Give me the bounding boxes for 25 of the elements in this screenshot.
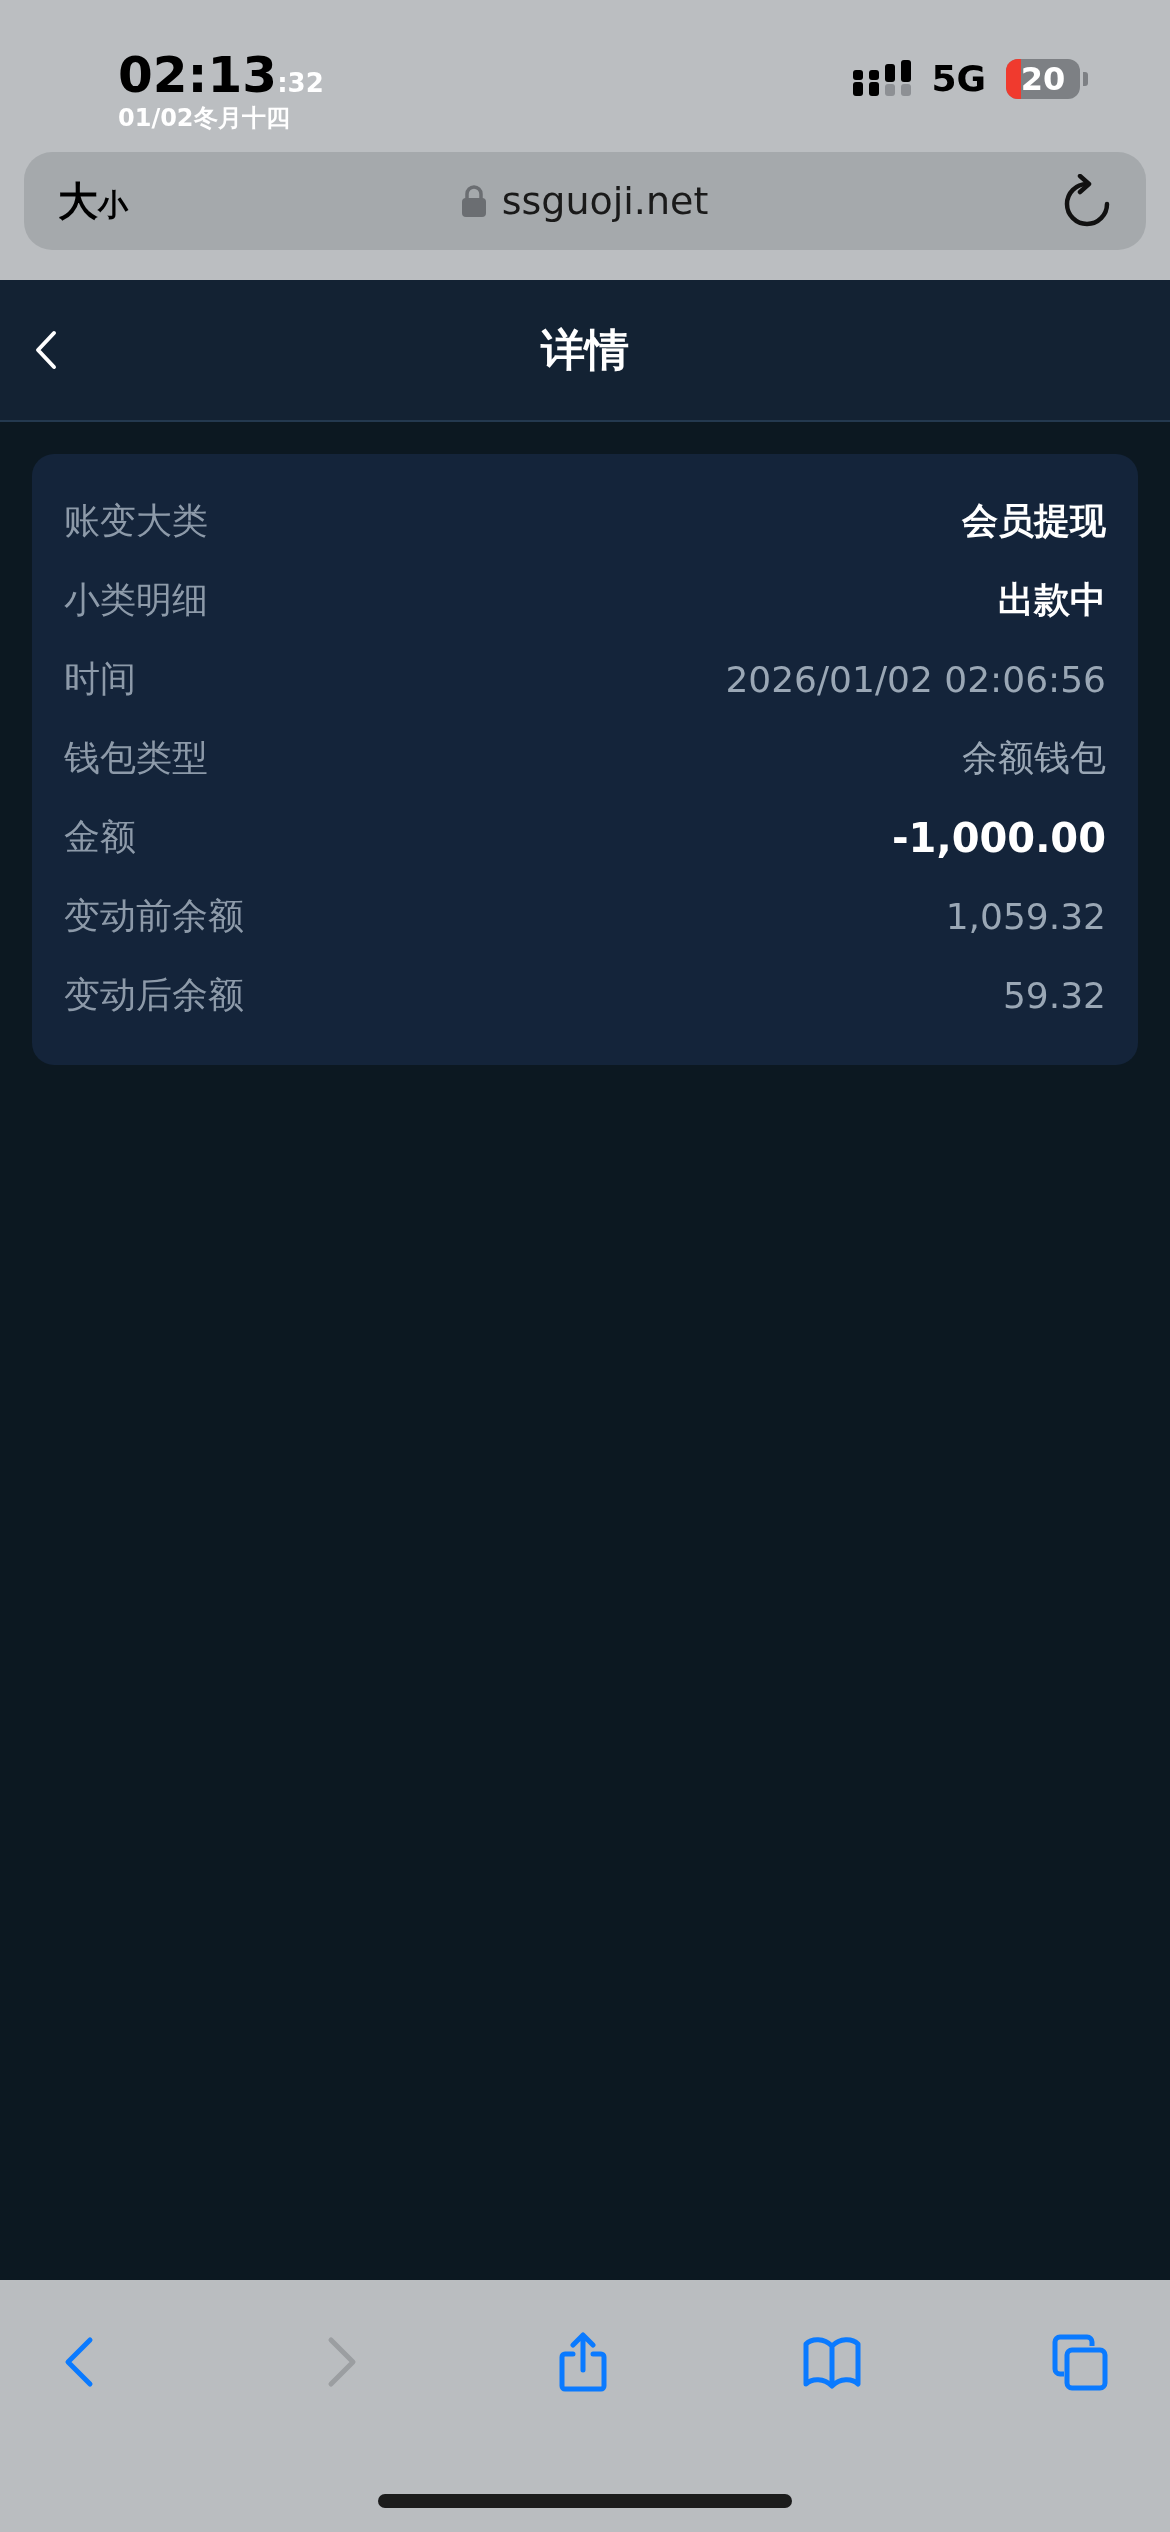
clock-time: 02:13: [118, 50, 278, 100]
detail-value: 余额钱包: [962, 736, 1106, 780]
lunar-date: 01/02冬月十四: [118, 103, 290, 134]
page-title: 详情: [541, 322, 629, 377]
detail-value: 会员提现: [962, 499, 1106, 543]
detail-label: 变动前余额: [64, 894, 244, 938]
clock-seconds: :32: [277, 68, 324, 98]
url-text[interactable]: ssguoji.net: [501, 179, 709, 223]
detail-label: 账变大类: [64, 499, 208, 543]
signal-icon: [853, 59, 912, 98]
detail-value: 2026/01/02 02:06:56: [725, 659, 1106, 700]
detail-label: 钱包类型: [64, 736, 208, 780]
detail-value: 1,059.32: [945, 896, 1106, 937]
detail-label: 变动后余额: [64, 973, 244, 1017]
back-icon[interactable]: [34, 330, 58, 370]
detail-value: 出款中: [998, 578, 1106, 622]
network-type: 5G: [931, 58, 986, 99]
lock-icon: [461, 185, 486, 217]
detail-label: 金额: [64, 815, 136, 859]
reload-icon[interactable]: [1062, 174, 1112, 228]
amount-value: -1,000.00: [892, 814, 1106, 861]
detail-label: 小类明细: [64, 578, 208, 622]
detail-label: 时间: [64, 657, 136, 701]
text-size-button[interactable]: 大小: [58, 173, 128, 229]
detail-value: 59.32: [1002, 975, 1106, 1016]
